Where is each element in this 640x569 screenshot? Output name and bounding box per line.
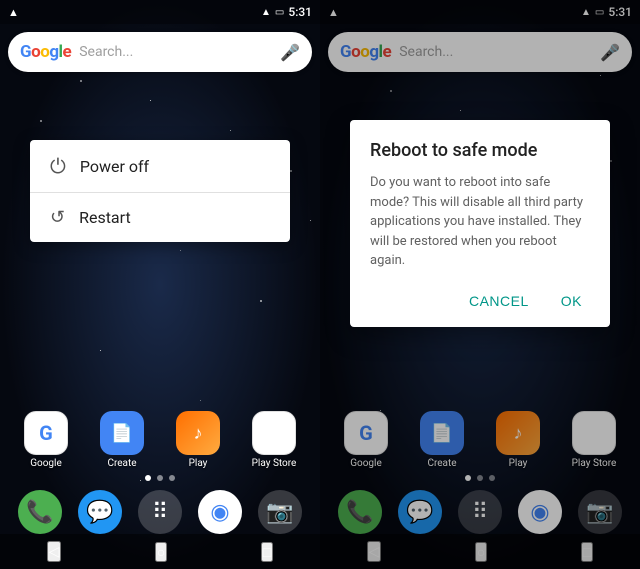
cancel-button[interactable]: CANCEL — [461, 287, 537, 315]
battery-icon: ▭ — [275, 7, 284, 18]
dock-apps[interactable]: ⠿ — [138, 490, 182, 534]
dot-2-left — [157, 475, 163, 481]
play-app-label: Play — [189, 458, 208, 469]
dot-3-left — [169, 475, 175, 481]
right-phone-screen: ▲ ▲ ▭ 5:31 Google Search... 🎤 Reboot to … — [320, 0, 640, 569]
wifi-icon: ▲ — [261, 7, 271, 18]
restart-icon: ↺ — [50, 207, 65, 228]
page-dots-left — [0, 475, 320, 481]
google-app-label: Google — [30, 458, 62, 469]
dialog-overlay: Reboot to safe mode Do you want to reboo… — [320, 0, 640, 569]
home-button-left[interactable]: ○ — [155, 542, 167, 562]
dialog-message: Do you want to reboot into safe mode? Th… — [370, 173, 590, 271]
status-icons-left: ▲ — [8, 6, 19, 19]
nav-bar-left: ◁ ○ □ — [0, 534, 320, 569]
power-off-label: Power off — [80, 157, 149, 176]
mic-icon-left[interactable]: 🎤 — [280, 43, 300, 62]
app-create[interactable]: 📄 Create — [92, 411, 152, 469]
recent-button-left[interactable]: □ — [261, 542, 273, 562]
restart-button[interactable]: ↺ Restart — [30, 192, 290, 242]
dock-camera[interactable]: 📷 — [258, 490, 302, 534]
power-off-button[interactable]: ⏻ Power off — [30, 140, 290, 192]
google-logo-left: Google — [20, 42, 71, 62]
app-play[interactable]: ♪ Play — [168, 411, 228, 469]
dock-phone[interactable]: 📞 — [18, 490, 62, 534]
back-button-left[interactable]: ◁ — [47, 541, 62, 562]
stars-bg — [0, 0, 320, 569]
dock-chrome[interactable]: ◉ — [198, 490, 242, 534]
google-app-icon: G — [24, 411, 68, 455]
app-row-left: G Google 📄 Create ♪ Play ▶ Play Store — [0, 411, 320, 469]
play-store-app-label: Play Store — [252, 458, 297, 469]
app-play-store[interactable]: ▶ Play Store — [244, 411, 304, 469]
power-menu: ⏻ Power off ↺ Restart — [30, 140, 290, 242]
left-phone-screen: ▲ ▲ ▭ 5:31 Google Search... 🎤 ⏻ Power of… — [0, 0, 320, 569]
dialog-buttons: CANCEL OK — [370, 287, 590, 315]
search-placeholder-left: Search... — [79, 44, 280, 60]
status-bar-left: ▲ ▲ ▭ 5:31 — [0, 0, 320, 24]
status-time-left: ▲ ▭ 5:31 — [261, 5, 312, 19]
dialog-title: Reboot to safe mode — [370, 140, 590, 161]
dock-left: 📞 💬 ⠿ ◉ 📷 — [0, 490, 320, 534]
restart-label: Restart — [79, 208, 131, 227]
signal-icon: ▲ — [8, 6, 19, 19]
ok-button[interactable]: OK — [553, 287, 590, 315]
safe-mode-dialog: Reboot to safe mode Do you want to reboo… — [350, 120, 610, 327]
dock-messages[interactable]: 💬 — [78, 490, 122, 534]
power-off-icon: ⏻ — [50, 154, 66, 178]
app-google[interactable]: G Google — [16, 411, 76, 469]
create-app-icon: 📄 — [100, 411, 144, 455]
create-app-label: Create — [107, 458, 136, 469]
search-bar-left[interactable]: Google Search... 🎤 — [8, 32, 312, 72]
time-display-left: 5:31 — [288, 5, 312, 19]
dot-1-left — [145, 475, 151, 481]
play-app-icon: ♪ — [176, 411, 220, 455]
play-store-app-icon: ▶ — [252, 411, 296, 455]
